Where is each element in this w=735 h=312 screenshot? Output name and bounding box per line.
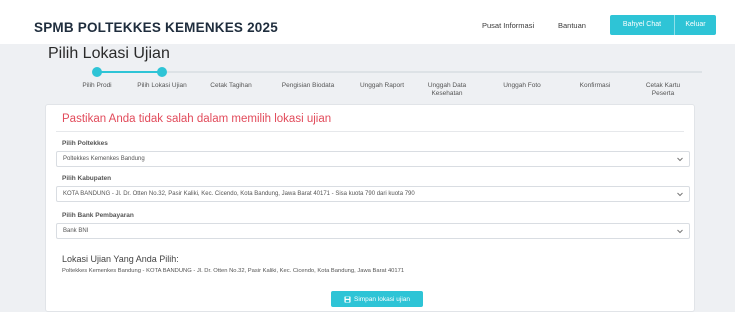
poltekkes-select[interactable]: Poltekkes Kemenkes Bandung: [56, 151, 690, 167]
step-pengisian-biodata[interactable]: Pengisian Biodata: [275, 82, 341, 90]
step-pilih-lokasi-ujian[interactable]: Pilih Lokasi Ujian: [134, 82, 190, 90]
bank-select-value: Bank BNI: [63, 228, 89, 234]
step-unggah-raport[interactable]: Unggah Raport: [354, 82, 410, 90]
warning-title: Pastikan Anda tidak salah dalam memilih …: [62, 113, 332, 125]
poltekkes-label: Pilih Poltekkes: [62, 140, 108, 147]
save-location-button[interactable]: Simpan lokasi ujian: [331, 291, 423, 307]
header-button-group: Bahyel Chat Keluar: [610, 15, 716, 35]
brand-title[interactable]: SPMB POLTEKKES KEMENKES 2025: [34, 20, 278, 35]
progress-stepper: Pilih Prodi Pilih Lokasi Ujian Cetak Tag…: [60, 64, 702, 108]
step-dot-pilih-lokasi: [157, 67, 167, 77]
chat-button[interactable]: Bahyel Chat: [610, 15, 674, 35]
step-unggah-foto[interactable]: Unggah Foto: [497, 82, 547, 90]
save-button-label: Simpan lokasi ujian: [353, 295, 410, 303]
bank-label: Pilih Bank Pembayaran: [62, 212, 134, 219]
chevron-down-icon: [677, 157, 683, 162]
stepper-track: [162, 71, 702, 73]
kabupaten-label: Pilih Kabupaten: [62, 175, 112, 182]
poltekkes-select-value: Poltekkes Kemenkes Bandung: [63, 156, 145, 162]
lokasi-form-card: Pastikan Anda tidak salah dalam memilih …: [45, 104, 695, 312]
step-konfirmasi[interactable]: Konfirmasi: [570, 82, 620, 90]
selected-location-text: Poltekkes Kemenkes Bandung - KOTA BANDUN…: [62, 268, 405, 274]
divider: [56, 131, 684, 132]
step-unggah-data-kesehatan[interactable]: Unggah Data Kesehatan: [422, 82, 472, 98]
save-icon: [344, 295, 351, 303]
bank-select[interactable]: Bank BNI: [56, 223, 690, 239]
selected-location-title: Lokasi Ujian Yang Anda Pilih:: [62, 254, 179, 264]
chevron-down-icon: [677, 229, 683, 234]
nav-link-info[interactable]: Pusat Informasi: [482, 21, 534, 30]
logout-button[interactable]: Keluar: [674, 15, 716, 35]
chevron-down-icon: [677, 192, 683, 197]
step-dot-pilih-prodi: [92, 67, 102, 77]
step-pilih-prodi[interactable]: Pilih Prodi: [74, 82, 120, 90]
nav-link-help[interactable]: Bantuan: [558, 21, 586, 30]
kabupaten-select[interactable]: KOTA BANDUNG - Jl. Dr. Otten No.32, Pasi…: [56, 186, 690, 202]
stepper-progress: [97, 71, 162, 73]
page-title: Pilih Lokasi Ujian: [48, 45, 170, 62]
top-navbar: SPMB POLTEKKES KEMENKES 2025 Pusat Infor…: [0, 0, 735, 44]
step-cetak-tagihan[interactable]: Cetak Tagihan: [206, 82, 256, 90]
kabupaten-select-value: KOTA BANDUNG - Jl. Dr. Otten No.32, Pasi…: [63, 191, 415, 197]
step-cetak-kartu-peserta[interactable]: Cetak Kartu Peserta: [638, 82, 688, 98]
